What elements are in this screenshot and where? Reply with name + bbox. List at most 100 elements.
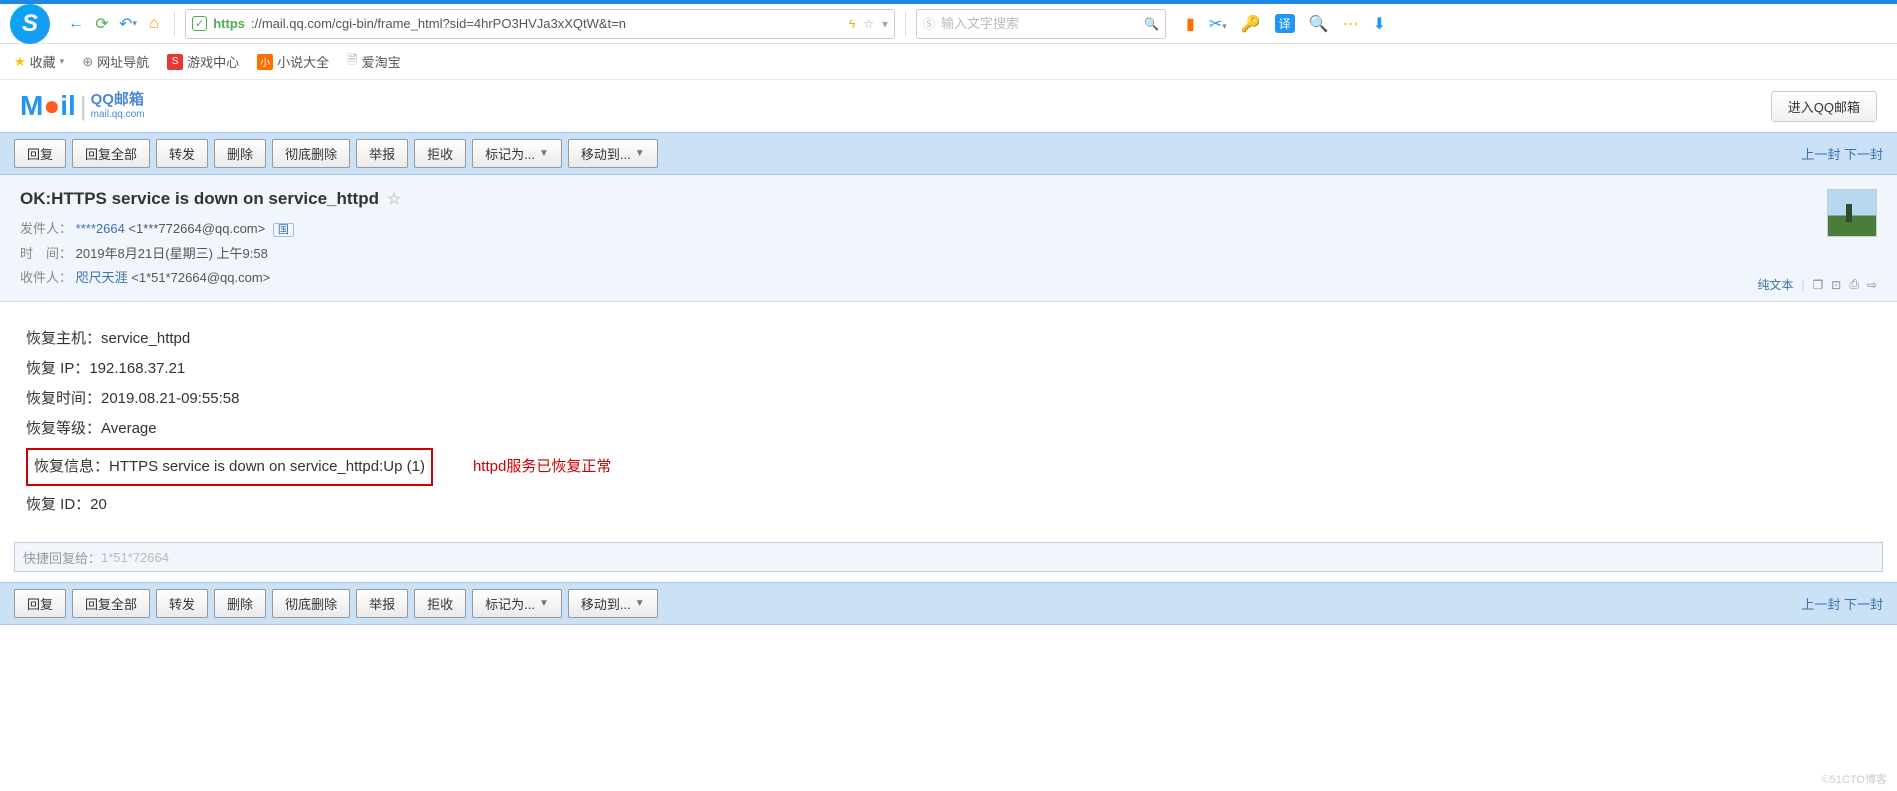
dropdown-icon[interactable]: ▾ [882, 17, 888, 31]
globe-icon: ⊕ [82, 54, 93, 70]
print-icon[interactable]: ⎙ [1849, 277, 1859, 292]
chevron-down-icon: ▼ [539, 598, 549, 609]
address-bar[interactable]: ✓ https ://mail.qq.com/cgi-bin/frame_htm… [185, 9, 895, 39]
to-label: 收件人： [20, 270, 72, 285]
body-line-ip: 恢复 IP：192.168.37.21 [26, 354, 1871, 384]
bookmark-label: 收藏 [30, 52, 56, 71]
bookmark-label: 网址导航 [97, 52, 149, 71]
move-to-button[interactable]: 移动到...▼ [568, 139, 658, 168]
to-address: <1*51*72664@qq.com> [131, 270, 270, 285]
separator [905, 12, 906, 36]
back-icon[interactable]: ← [66, 14, 86, 34]
game-icon: S [167, 54, 183, 70]
undo-icon[interactable]: ↶▾ [118, 14, 138, 34]
url-path: ://mail.qq.com/cgi-bin/frame_html?sid=4h… [251, 16, 833, 31]
search-engine-icon[interactable]: Ⓢ [923, 15, 935, 32]
search-input[interactable] [941, 16, 1138, 31]
quick-reply-section: 快捷回复给： 1*51*72664 [0, 542, 1897, 582]
mail-header: M●il | QQ邮箱 mail.qq.com 进入QQ邮箱 [0, 80, 1897, 132]
forward-button[interactable]: 转发 [156, 139, 208, 168]
url-actions: ϟ ☆ ▾ [849, 17, 888, 31]
reject-button[interactable]: 拒收 [414, 589, 466, 618]
chevron-down-icon: ▼ [539, 148, 549, 159]
bookmark-favorites[interactable]: ★ 收藏 ▾ [14, 52, 64, 71]
watermark: ©51CTO博客 [1822, 771, 1887, 787]
delete-button[interactable]: 删除 [214, 139, 266, 168]
subject-text: OK:HTTPS service is down on service_http… [20, 189, 379, 209]
bookmark-game[interactable]: S 游戏中心 [167, 52, 239, 71]
delete-button[interactable]: 删除 [214, 589, 266, 618]
scissors-icon[interactable]: ✂▾ [1209, 14, 1227, 34]
contact-card-icon[interactable]: 国 [273, 223, 294, 237]
delete-permanent-button[interactable]: 彻底删除 [272, 589, 350, 618]
key-icon[interactable]: 🔑 [1241, 14, 1261, 34]
delete-permanent-button[interactable]: 彻底删除 [272, 139, 350, 168]
magnify-icon[interactable]: 🔍 [1309, 14, 1329, 34]
to-name[interactable]: 咫尺天涯 [76, 270, 128, 285]
prev-next-nav[interactable]: 上一封 下一封 [1801, 594, 1883, 613]
reply-all-button[interactable]: 回复全部 [72, 589, 150, 618]
encoding-icon[interactable]: ⊡ [1831, 278, 1841, 292]
time-value: 2019年8月21日(星期三) 上午9:58 [76, 246, 268, 261]
body-line-host: 恢复主机：service_httpd [26, 324, 1871, 354]
avatar-thumbnail[interactable] [1827, 189, 1877, 237]
mail-logo[interactable]: M●il | QQ邮箱 mail.qq.com [20, 90, 144, 122]
chevron-down-icon: ▼ [635, 148, 645, 159]
doc-icon: 🗎 [347, 51, 357, 73]
search-box[interactable]: Ⓢ 🔍 [916, 9, 1166, 39]
divider: | [1801, 278, 1804, 292]
prev-next-nav[interactable]: 上一封 下一封 [1801, 144, 1883, 163]
translate-icon[interactable]: 译 [1275, 14, 1295, 33]
export-icon[interactable]: ⇨ [1867, 278, 1877, 292]
bookmark-label: 爱淘宝 [362, 52, 401, 71]
flash-icon[interactable]: ϟ [849, 17, 855, 31]
bookmark-label: 小说大全 [277, 52, 329, 71]
from-row: 发件人： ****2664 <1***772664@qq.com> 国 [20, 217, 1877, 242]
annotation-text: httpd服务已恢复正常 [473, 452, 611, 482]
sogou-browser-logo[interactable]: S [10, 4, 50, 44]
separator [174, 12, 175, 36]
bookmark-novel[interactable]: 小 小说大全 [257, 52, 329, 71]
quick-reply-prefix: 快捷回复给： [23, 548, 101, 567]
star-toggle-icon[interactable]: ☆ [387, 189, 401, 209]
from-label: 发件人： [20, 221, 72, 236]
phone-sync-icon[interactable]: ▮ [1186, 14, 1195, 34]
mark-as-button[interactable]: 标记为...▼ [472, 589, 562, 618]
message-subject: OK:HTTPS service is down on service_http… [20, 189, 1877, 209]
browser-right-icons: ▮ ✂▾ 🔑 译 🔍 ⋯ ⬇ [1186, 14, 1386, 34]
move-to-button[interactable]: 移动到...▼ [568, 589, 658, 618]
download-icon[interactable]: ⬇ [1373, 14, 1386, 34]
browser-nav-row: S ← ⟳ ↶▾ ⌂ ✓ https ://mail.qq.com/cgi-bi… [0, 4, 1897, 44]
mail-toolbar-top: 回复 回复全部 转发 删除 彻底删除 举报 拒收 标记为...▼ 移动到...▼… [0, 132, 1897, 175]
message-body: 恢复主机：service_httpd 恢复 IP：192.168.37.21 恢… [0, 302, 1897, 542]
reject-button[interactable]: 拒收 [414, 139, 466, 168]
reply-button[interactable]: 回复 [14, 589, 66, 618]
time-label: 时 间： [20, 246, 72, 261]
home-icon[interactable]: ⌂ [144, 14, 164, 34]
bookmark-nav[interactable]: ⊕ 网址导航 [82, 52, 149, 71]
window-icon[interactable]: ❐ [1813, 278, 1824, 292]
mail-brand-en: mail.qq.com [91, 109, 145, 120]
reload-icon[interactable]: ⟳ [92, 14, 112, 34]
chevron-down-icon: ▼ [635, 598, 645, 609]
report-button[interactable]: 举报 [356, 139, 408, 168]
from-name[interactable]: ****2664 [76, 221, 125, 236]
time-row: 时 间： 2019年8月21日(星期三) 上午9:58 [20, 242, 1877, 267]
to-row: 收件人： 咫尺天涯 <1*51*72664@qq.com> [20, 266, 1877, 291]
bookmark-taobao[interactable]: 🗎 爱淘宝 [347, 51, 400, 73]
enter-mailbox-button[interactable]: 进入QQ邮箱 [1771, 91, 1877, 122]
bookmark-bar: ★ 收藏 ▾ ⊕ 网址导航 S 游戏中心 小 小说大全 🗎 爱淘宝 [0, 44, 1897, 80]
plain-text-toggle[interactable]: 纯文本 [1757, 276, 1793, 293]
quick-reply-target: 1*51*72664 [101, 550, 169, 565]
reply-all-button[interactable]: 回复全部 [72, 139, 150, 168]
mark-as-button[interactable]: 标记为...▼ [472, 139, 562, 168]
forward-button[interactable]: 转发 [156, 589, 208, 618]
more-icon[interactable]: ⋯ [1343, 14, 1359, 34]
report-button[interactable]: 举报 [356, 589, 408, 618]
reply-button[interactable]: 回复 [14, 139, 66, 168]
quick-reply-input[interactable]: 快捷回复给： 1*51*72664 [14, 542, 1883, 572]
star-icon[interactable]: ☆ [863, 17, 874, 31]
body-line-level: 恢复等级：Average [26, 414, 1871, 444]
header-actions: 纯文本 | ❐ ⊡ ⎙ ⇨ [1757, 276, 1877, 293]
search-icon[interactable]: 🔍 [1144, 17, 1159, 31]
